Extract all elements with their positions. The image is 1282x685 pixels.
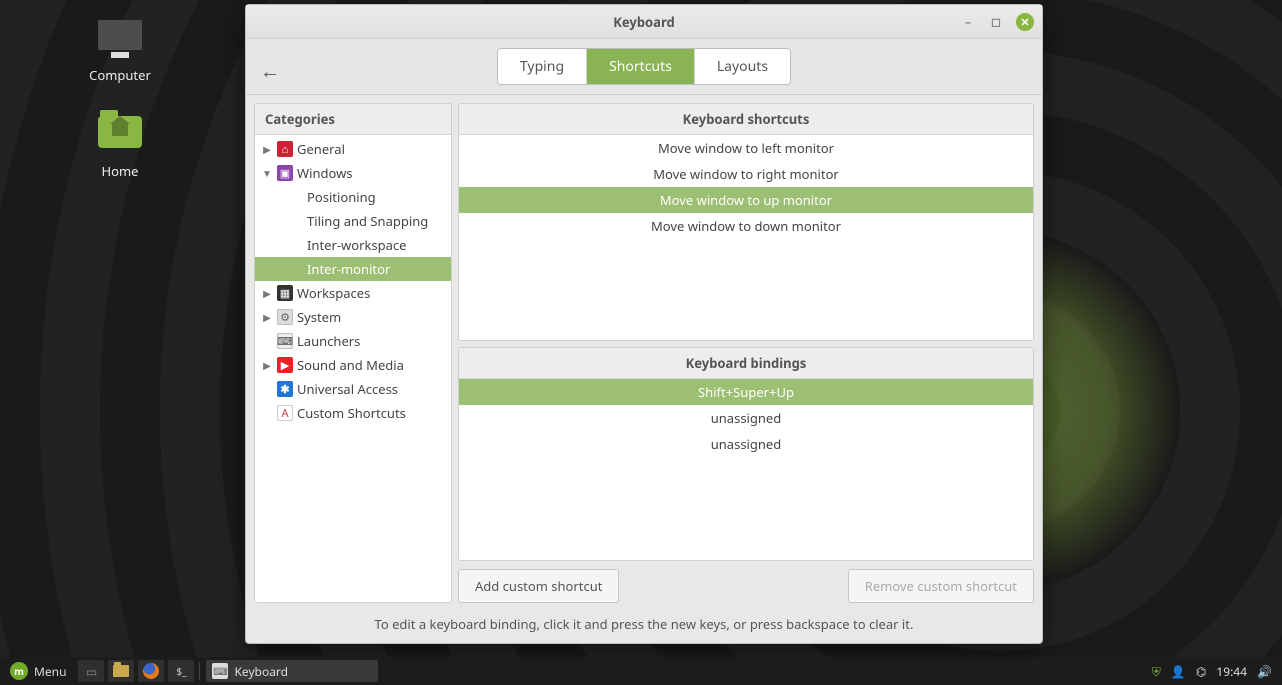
desktop-icon-label: Computer xyxy=(75,66,165,84)
folder-icon xyxy=(113,665,129,677)
user-icon[interactable]: 👤 xyxy=(1171,663,1186,680)
windows-icon: ▣ xyxy=(277,165,293,181)
toolbar: ← Typing Shortcuts Layouts xyxy=(246,39,1042,95)
category-label: Windows xyxy=(297,164,353,182)
titlebar[interactable]: Keyboard – ◻ ✕ xyxy=(246,5,1042,39)
shortcut-row[interactable]: Move window to up monitor xyxy=(459,187,1033,213)
shortcuts-list: Move window to left monitor Move window … xyxy=(459,135,1033,239)
remove-custom-shortcut-button[interactable]: Remove custom shortcut xyxy=(848,569,1034,603)
desktop-icon-label: Home xyxy=(75,162,165,180)
category-label: Workspaces xyxy=(297,284,370,302)
category-label: Launchers xyxy=(297,332,360,350)
category-inter-workspace[interactable]: Inter-workspace xyxy=(255,233,451,257)
computer-icon xyxy=(98,20,142,50)
taskbar: m Menu ▭ $_ ⌨ Keyboard ⛨ 👤 ⌬ 19:44 🔊 xyxy=(0,657,1282,685)
mint-logo-icon: m xyxy=(10,662,28,680)
category-label: Universal Access xyxy=(297,380,398,398)
bindings-panel: Keyboard bindings Shift+Super+Up unassig… xyxy=(458,347,1034,561)
network-icon[interactable]: ⌬ xyxy=(1196,663,1206,680)
category-label: Custom Shortcuts xyxy=(297,404,406,422)
category-workspaces[interactable]: ▶ ▦ Workspaces xyxy=(255,281,451,305)
tab-shortcuts[interactable]: Shortcuts xyxy=(587,49,695,84)
category-windows[interactable]: ▼ ▣ Windows xyxy=(255,161,451,185)
desktop-icon-computer[interactable]: Computer xyxy=(75,20,165,84)
binding-row[interactable]: unassigned xyxy=(459,431,1033,457)
category-custom-shortcuts[interactable]: A Custom Shortcuts xyxy=(255,401,451,425)
taskbar-task-keyboard[interactable]: ⌨ Keyboard xyxy=(206,660,378,682)
footer-buttons: Add custom shortcut Remove custom shortc… xyxy=(458,567,1034,603)
category-label: System xyxy=(297,308,341,326)
firefox-icon xyxy=(143,663,159,679)
bindings-list: Shift+Super+Up unassigned unassigned xyxy=(459,379,1033,457)
shortcuts-panel: Keyboard shortcuts Move window to left m… xyxy=(458,103,1034,341)
system-icon: ⚙ xyxy=(277,309,293,325)
category-label: Tiling and Snapping xyxy=(307,212,428,230)
task-label: Keyboard xyxy=(234,663,288,680)
general-icon: ⌂ xyxy=(277,141,293,157)
expand-icon: ▶ xyxy=(261,358,273,372)
binding-row[interactable]: Shift+Super+Up xyxy=(459,379,1033,405)
window-title: Keyboard xyxy=(613,13,674,31)
category-tiling[interactable]: Tiling and Snapping xyxy=(255,209,451,233)
categories-tree: ▶ ⌂ General ▼ ▣ Windows Positioning Tili… xyxy=(255,135,451,602)
category-label: Sound and Media xyxy=(297,356,404,374)
tab-layouts[interactable]: Layouts xyxy=(695,49,790,84)
desktop-icon-home[interactable]: Home xyxy=(75,110,165,180)
shortcut-row[interactable]: Move window to right monitor xyxy=(459,161,1033,187)
launchers-icon: ⌨ xyxy=(277,333,293,349)
collapse-icon: ▼ xyxy=(261,166,273,180)
binding-row[interactable]: unassigned xyxy=(459,405,1033,431)
shortcuts-header: Keyboard shortcuts xyxy=(459,104,1033,135)
category-general[interactable]: ▶ ⌂ General xyxy=(255,137,451,161)
category-system[interactable]: ▶ ⚙ System xyxy=(255,305,451,329)
terminal-launcher[interactable]: $_ xyxy=(168,660,194,682)
taskbar-separator xyxy=(199,662,200,680)
expand-icon: ▶ xyxy=(261,286,273,300)
expand-icon: ▶ xyxy=(261,142,273,156)
expand-icon: ▶ xyxy=(261,310,273,324)
shield-icon[interactable]: ⛨ xyxy=(1152,663,1161,680)
category-label: Inter-workspace xyxy=(307,236,407,254)
category-inter-monitor[interactable]: Inter-monitor xyxy=(255,257,451,281)
sound-icon: ▶ xyxy=(277,357,293,373)
firefox-launcher[interactable] xyxy=(138,660,164,682)
hint-text: To edit a keyboard binding, click it and… xyxy=(246,607,1042,643)
menu-button[interactable]: m Menu xyxy=(0,657,76,685)
workspaces-icon: ▦ xyxy=(277,285,293,301)
category-label: Inter-monitor xyxy=(307,260,390,278)
close-button[interactable]: ✕ xyxy=(1016,13,1034,31)
tab-typing[interactable]: Typing xyxy=(498,49,587,84)
keyboard-settings-window: Keyboard – ◻ ✕ ← Typing Shortcuts Layout… xyxy=(245,4,1043,644)
show-desktop-button[interactable]: ▭ xyxy=(78,660,104,682)
category-launchers[interactable]: ⌨ Launchers xyxy=(255,329,451,353)
volume-icon[interactable]: 🔊 xyxy=(1257,663,1272,680)
category-label: Positioning xyxy=(307,188,376,206)
add-custom-shortcut-button[interactable]: Add custom shortcut xyxy=(458,569,619,603)
system-tray: ⛨ 👤 ⌬ 19:44 🔊 xyxy=(1142,663,1282,680)
category-positioning[interactable]: Positioning xyxy=(255,185,451,209)
back-button[interactable]: ← xyxy=(260,57,280,84)
bindings-header: Keyboard bindings xyxy=(459,348,1033,379)
desktop: Computer Home Keyboard – ◻ ✕ ← Typing Sh… xyxy=(0,0,1282,685)
maximize-button[interactable]: ◻ xyxy=(988,13,1004,29)
clock[interactable]: 19:44 xyxy=(1216,663,1247,680)
custom-shortcuts-icon: A xyxy=(277,405,293,421)
categories-panel: Categories ▶ ⌂ General ▼ ▣ Windows Posit… xyxy=(254,103,452,603)
category-label: General xyxy=(297,140,345,158)
shortcut-row[interactable]: Move window to left monitor xyxy=(459,135,1033,161)
category-universal-access[interactable]: ✱ Universal Access xyxy=(255,377,451,401)
file-manager-launcher[interactable] xyxy=(108,660,134,682)
shortcut-row[interactable]: Move window to down monitor xyxy=(459,213,1033,239)
universal-access-icon: ✱ xyxy=(277,381,293,397)
categories-header: Categories xyxy=(255,104,451,135)
keyboard-icon: ⌨ xyxy=(212,663,228,679)
category-sound[interactable]: ▶ ▶ Sound and Media xyxy=(255,353,451,377)
menu-label: Menu xyxy=(34,663,66,680)
minimize-button[interactable]: – xyxy=(960,13,976,29)
home-folder-icon xyxy=(98,116,142,148)
tab-switcher: Typing Shortcuts Layouts xyxy=(497,48,791,85)
